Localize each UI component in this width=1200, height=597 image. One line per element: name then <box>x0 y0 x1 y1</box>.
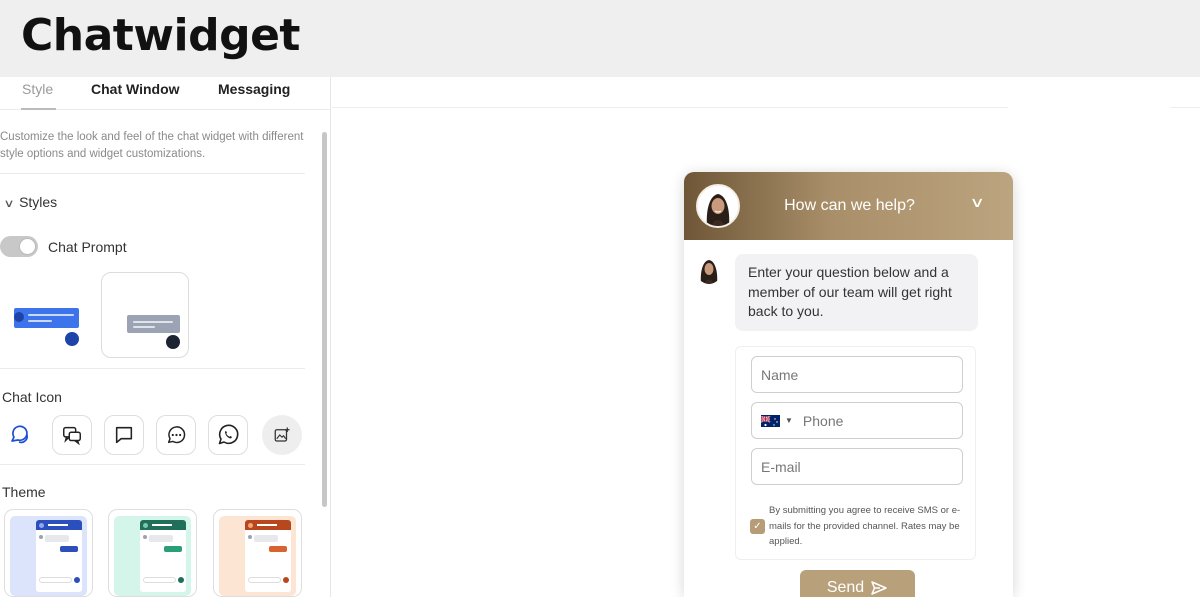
australia-flag-icon[interactable] <box>761 414 780 427</box>
divider <box>0 173 305 174</box>
chevron-down-icon[interactable]: ∨ <box>969 194 984 211</box>
email-field[interactable]: E-mail <box>751 448 963 485</box>
welcome-message: Enter your question below and a member o… <box>735 254 978 331</box>
caret-down-icon[interactable]: ▼ <box>785 416 793 425</box>
theme-option-blue[interactable] <box>4 509 93 597</box>
chat-icon-label: Chat Icon <box>2 389 62 405</box>
send-icon <box>871 581 887 595</box>
theme-preview <box>114 516 191 596</box>
chat-dots-icon-option[interactable] <box>156 415 196 455</box>
chevron-down-icon: ∨ <box>3 198 15 210</box>
widget-header: How can we help? ∨ <box>684 172 1013 240</box>
prompt-preview-bar <box>127 315 180 333</box>
divider <box>0 368 305 369</box>
preview-divider <box>1170 107 1200 108</box>
chat-prompt-label: Chat Prompt <box>48 239 127 255</box>
consent-checkbox[interactable]: ✓ <box>750 519 765 534</box>
panel-scrollbar[interactable] <box>322 132 327 507</box>
tab-bar: Style Chat Window Messaging <box>0 77 330 110</box>
name-field[interactable]: Name <box>751 356 963 393</box>
chat-bubbles-icon-option[interactable] <box>0 415 40 455</box>
phone-placeholder: Phone <box>802 412 844 429</box>
send-label: Send <box>826 579 865 596</box>
chat-double-icon-option[interactable] <box>52 415 92 455</box>
chat-bubbles-icon <box>11 425 28 444</box>
phone-field[interactable]: ▼ Phone <box>751 402 963 439</box>
name-placeholder: Name <box>761 366 799 383</box>
divider <box>0 464 305 465</box>
active-tab-indicator <box>21 108 56 110</box>
prompt-preview-chat-icon <box>65 332 79 346</box>
upload-image-icon <box>274 427 290 442</box>
chat-prompt-toggle[interactable] <box>0 236 38 257</box>
theme-option-orange[interactable] <box>213 509 302 597</box>
prompt-preview-line <box>28 314 74 316</box>
email-placeholder: E-mail <box>761 458 801 475</box>
tab-chat-window[interactable]: Chat Window <box>91 81 180 97</box>
toggle-knob <box>19 238 36 255</box>
theme-option-green[interactable] <box>108 509 197 597</box>
widget-header-title: How can we help? <box>784 197 915 214</box>
whatsapp-icon <box>218 424 239 445</box>
settings-panel: Style Chat Window Messaging Customize th… <box>0 77 331 597</box>
chat-bubble-icon <box>115 426 133 444</box>
page-title: Chatwidget <box>21 10 300 61</box>
prompt-preview-line <box>133 326 155 328</box>
chat-widget-preview: How can we help? ∨ Enter your question b… <box>684 172 1013 597</box>
prompt-style-option-1[interactable] <box>0 272 88 358</box>
agent-avatar-small <box>696 256 722 284</box>
tab-style[interactable]: Style <box>22 81 53 97</box>
upload-image-icon-option[interactable] <box>262 415 302 455</box>
chat-bubble-icon-option[interactable] <box>104 415 144 455</box>
consent-text: By submitting you agree to receive SMS o… <box>769 505 961 547</box>
preview-divider <box>332 107 1008 108</box>
prompt-style-option-2[interactable] <box>101 272 189 358</box>
chat-dots-icon <box>167 426 186 444</box>
theme-preview <box>219 516 296 596</box>
contact-form: Name ▼ Phone E-mail ✓ By submitting you … <box>735 346 976 560</box>
top-banner: Chatwidget <box>0 0 1200 77</box>
whatsapp-icon-option[interactable] <box>208 415 248 455</box>
send-button[interactable]: Send <box>800 570 915 597</box>
prompt-preview-line <box>133 321 173 323</box>
theme-preview <box>10 516 87 596</box>
chat-double-icon <box>63 426 81 446</box>
tab-messaging[interactable]: Messaging <box>218 81 290 97</box>
prompt-preview-line <box>28 320 52 322</box>
prompt-preview-chat-icon <box>166 335 180 349</box>
prompt-preview-avatar <box>14 312 24 322</box>
style-description: Customize the look and feel of the chat … <box>0 131 304 160</box>
styles-section-label: Styles <box>19 194 58 210</box>
agent-portrait-icon <box>696 256 722 284</box>
styles-section-toggle[interactable]: ∨ Styles <box>3 194 58 210</box>
theme-label: Theme <box>2 484 46 500</box>
